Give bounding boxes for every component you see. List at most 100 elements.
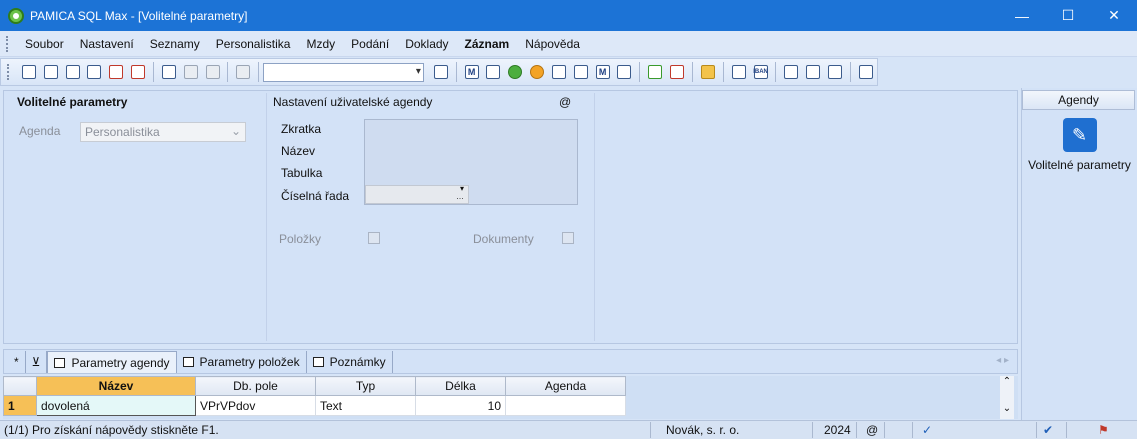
agendy-panel: Agendy ✎ Volitelné parametry	[1021, 88, 1137, 420]
person-green-button[interactable]	[505, 62, 525, 82]
cell-typ[interactable]: Text	[315, 395, 416, 416]
print-button[interactable]	[63, 62, 83, 82]
cell-agenda[interactable]	[505, 395, 626, 416]
polozky-checkbox[interactable]	[368, 232, 380, 244]
toolbar-separator	[775, 62, 777, 82]
iban-button[interactable]: IBAN	[751, 62, 771, 82]
save-button[interactable]	[181, 62, 201, 82]
agendy-header[interactable]: Agendy	[1022, 90, 1135, 110]
red-flag-icon	[670, 65, 685, 79]
agenda-label: Agenda	[19, 124, 61, 138]
status-separator	[1036, 422, 1037, 438]
row-number[interactable]: 1	[3, 395, 37, 416]
minimize-button[interactable]: —	[999, 0, 1045, 31]
split-view-button[interactable]	[19, 62, 39, 82]
pdf-button[interactable]	[106, 62, 126, 82]
tab-parametry-agendy[interactable]: Parametry agendy	[47, 351, 177, 373]
scroll-top-icon[interactable]: ⌃	[1000, 376, 1014, 387]
column-header-delka[interactable]: Délka	[415, 376, 506, 396]
person-green-icon	[508, 65, 523, 79]
menu-nastaveni[interactable]: Nastavení	[72, 37, 142, 51]
calculator-icon	[486, 65, 501, 79]
module-calc-button[interactable]	[484, 62, 504, 82]
agenda-select[interactable]: Personalistika ⌄	[80, 122, 246, 142]
duplicate-button[interactable]	[233, 62, 253, 82]
tab-nav-arrows[interactable]: ◂ ▸	[996, 355, 1009, 366]
toolbar-grip-icon[interactable]	[7, 64, 10, 80]
menu-seznamy[interactable]: Seznamy	[142, 37, 208, 51]
red-flag-status-icon[interactable]: ⚑	[1098, 423, 1109, 437]
toolbar: M M IBAN	[0, 58, 878, 86]
grid-scrollbar[interactable]: ⌃ ⌄	[1000, 376, 1014, 419]
check-circle-icon[interactable]: ✔	[1043, 423, 1053, 437]
save-icon	[183, 65, 198, 79]
menu-personalistika[interactable]: Personalistika	[208, 37, 299, 51]
tabulka-label: Tabulka	[281, 166, 323, 180]
menu-soubor[interactable]: Soubor	[17, 37, 72, 51]
volitelne-parametry-item[interactable]: Volitelné parametry	[1022, 158, 1137, 173]
star-tab[interactable]: *	[8, 351, 26, 373]
schedule-check-button[interactable]	[571, 62, 591, 82]
save-all-button[interactable]	[203, 62, 223, 82]
dokumenty-checkbox[interactable]	[562, 232, 574, 244]
toolbar-combo[interactable]	[263, 62, 424, 82]
print-preview-button[interactable]	[84, 62, 104, 82]
save-all-icon	[205, 65, 220, 79]
status-bar: (1/1) Pro získání nápovědy stiskněte F1.…	[0, 420, 1137, 439]
copy-button[interactable]	[41, 62, 61, 82]
ciselna-rada-field[interactable]: ▾ …	[365, 184, 469, 204]
pen-check-icon[interactable]: ✓	[922, 423, 932, 437]
export-button[interactable]	[128, 62, 148, 82]
green-flag-button[interactable]	[645, 62, 665, 82]
schedule-button[interactable]	[549, 62, 569, 82]
module-m2-icon: M	[595, 65, 610, 79]
split-view-icon	[21, 65, 36, 79]
maximize-button[interactable]: ☐	[1045, 0, 1091, 31]
ellipsis-icon[interactable]: …	[456, 192, 464, 201]
menu-zaznam[interactable]: Záznam	[457, 37, 518, 51]
column-header-nazev[interactable]: Název	[36, 376, 196, 396]
help-button[interactable]	[856, 62, 876, 82]
list-icon	[54, 357, 66, 368]
menu-mzdy[interactable]: Mzdy	[298, 37, 343, 51]
folder-icon	[700, 65, 715, 79]
filter-button[interactable]	[431, 62, 451, 82]
table-row[interactable]: 1 dovolená VPrVPdov Text 10	[3, 395, 626, 416]
close-button[interactable]: ✕	[1091, 0, 1137, 31]
tab-poznamky[interactable]: Poznámky	[307, 351, 393, 373]
module-m-button[interactable]: M	[462, 62, 482, 82]
toolbar-separator	[849, 62, 851, 82]
screen-button[interactable]	[781, 62, 801, 82]
add-module-button[interactable]	[615, 62, 635, 82]
calculator-button[interactable]	[729, 62, 749, 82]
folder-button[interactable]	[698, 62, 718, 82]
schedule-icon	[551, 65, 566, 79]
print-preview-icon	[87, 65, 102, 79]
column-header-db-pole[interactable]: Db. pole	[195, 376, 316, 396]
new-record-button[interactable]	[159, 62, 179, 82]
tab-parametry-polozek[interactable]: Parametry položek	[177, 351, 307, 373]
cell-nazev[interactable]: dovolená	[36, 395, 196, 416]
polozky-label: Položky	[279, 232, 322, 246]
menu-podani[interactable]: Podání	[343, 37, 397, 51]
toolbar-separator	[722, 62, 724, 82]
cell-delka[interactable]: 10	[415, 395, 506, 416]
person-orange-button[interactable]	[527, 62, 547, 82]
column-header-agenda[interactable]: Agenda	[505, 376, 626, 396]
section-title: Volitelné parametry	[17, 95, 128, 109]
schedule-check-icon	[573, 65, 588, 79]
module-m2-button[interactable]: M	[593, 62, 613, 82]
menu-grip-icon[interactable]	[6, 35, 9, 52]
window-icon	[806, 65, 821, 79]
menu-napoveda[interactable]: Nápověda	[517, 37, 588, 51]
window2-button[interactable]	[825, 62, 845, 82]
red-flag-button[interactable]	[667, 62, 687, 82]
scroll-bottom-icon[interactable]: ⌄	[1000, 403, 1014, 414]
pen-icon[interactable]: ✎	[1062, 118, 1097, 152]
column-header-typ[interactable]: Typ	[315, 376, 416, 396]
filter-tab[interactable]: ⊻	[26, 351, 48, 373]
cell-db-pole[interactable]: VPrVPdov	[195, 395, 316, 416]
new-document-icon	[161, 65, 176, 79]
window-button[interactable]	[803, 62, 823, 82]
menu-doklady[interactable]: Doklady	[397, 37, 456, 51]
